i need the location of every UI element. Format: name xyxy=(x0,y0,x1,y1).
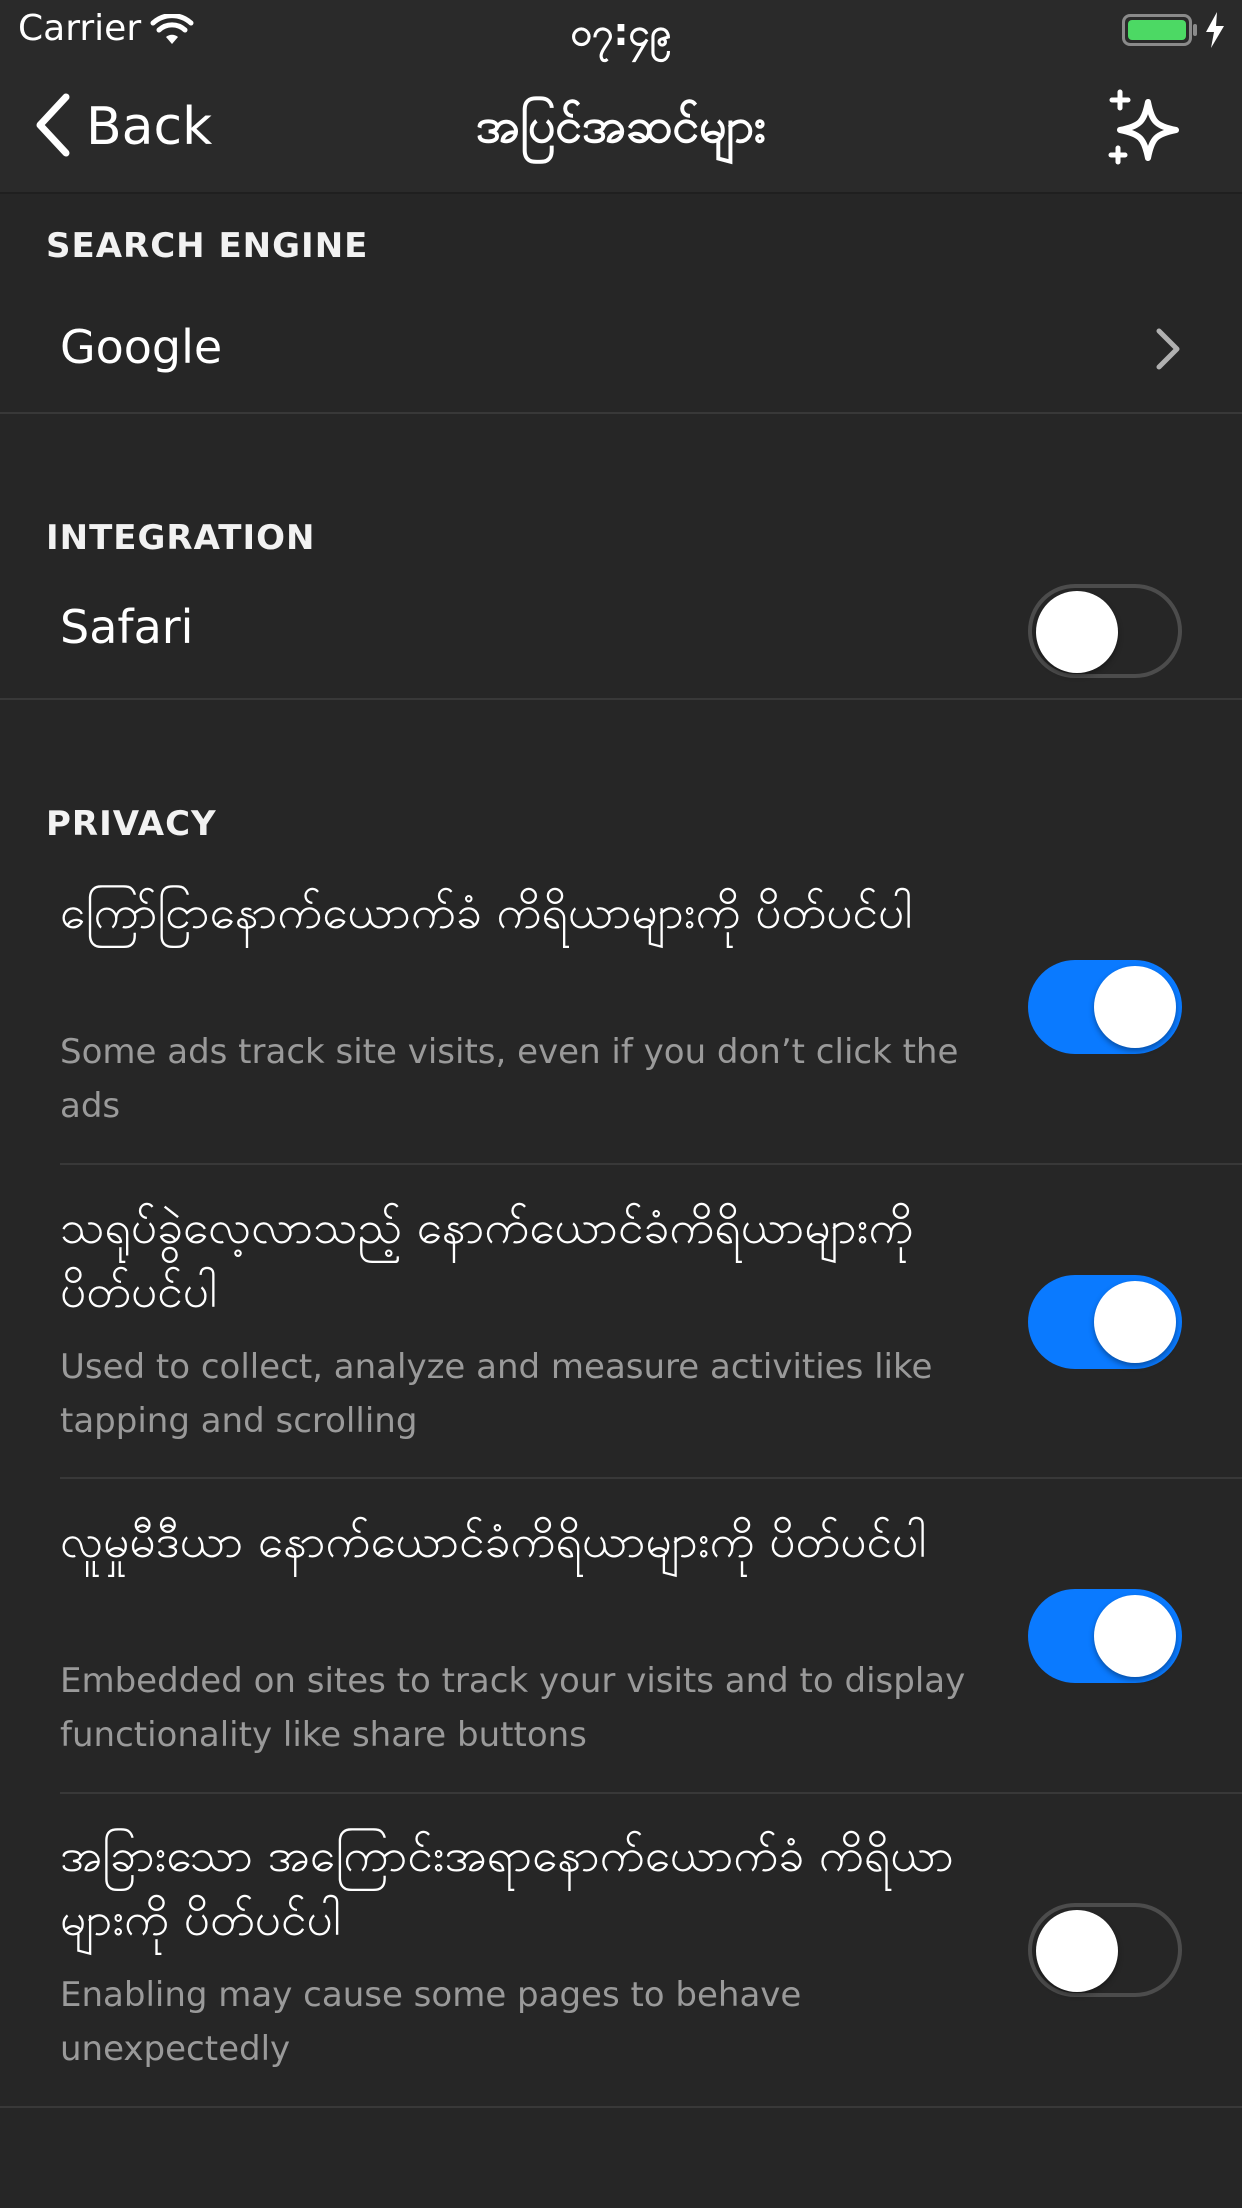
battery-icon xyxy=(1122,14,1192,46)
search-engine-header: SEARCH ENGINE xyxy=(46,226,369,266)
chevron-right-icon xyxy=(1155,327,1181,375)
divider xyxy=(0,698,1242,700)
toggle-knob xyxy=(1094,1595,1176,1677)
content-trackers-description: Enabling may cause some pages to behave … xyxy=(60,1975,802,2069)
ad-trackers-description: Some ads track site visits, even if you … xyxy=(60,1032,959,1126)
toggle-knob xyxy=(1094,966,1176,1048)
charging-bolt-icon xyxy=(1204,12,1226,52)
back-label: Back xyxy=(86,97,213,157)
social-trackers-title: လူမှုမီဒီယာ နောက်ယောင်ခံကိရိယာများကို ပိ… xyxy=(60,1514,927,1568)
divider xyxy=(0,412,1242,414)
divider xyxy=(0,2106,1242,2108)
page-title: အပြင်အဆင်များ xyxy=(475,98,767,154)
status-time: ၀၇:၄၉ xyxy=(570,10,672,54)
content-trackers-title: အခြားသော အကြောင်းအရာနောက်ယောက်ခံ ကိရိယာမ… xyxy=(60,1828,954,1946)
search-engine-value: Google xyxy=(60,320,223,374)
navigation-bar: Back အပြင်အဆင်များ xyxy=(0,64,1242,194)
social-trackers-description: Embedded on sites to track your visits a… xyxy=(60,1661,966,1755)
social-trackers-toggle[interactable] xyxy=(1028,1589,1182,1683)
toggle-knob xyxy=(1036,591,1118,673)
battery-cap xyxy=(1193,24,1197,36)
status-bar: Carrier ၀၇:၄၉ xyxy=(0,0,1242,64)
ad-trackers-title: ကြော်ငြာနောက်ယောက်ခံ ကိရိယာများကို ပိတ်ပ… xyxy=(60,885,913,939)
analytics-trackers-title: သရုပ်ခွဲလေ့လာသည့် နောက်ယောင်ခံကိရိယာများ… xyxy=(60,1200,914,1318)
toggle-knob xyxy=(1036,1910,1118,1992)
analytics-trackers-toggle[interactable] xyxy=(1028,1275,1182,1369)
back-button[interactable]: Back xyxy=(34,92,212,162)
sparkle-icon[interactable] xyxy=(1100,84,1190,174)
divider xyxy=(60,1792,1242,1794)
chevron-left-icon xyxy=(34,93,72,161)
divider xyxy=(60,1477,1242,1479)
privacy-header: PRIVACY xyxy=(46,804,217,844)
ad-trackers-toggle[interactable] xyxy=(1028,960,1182,1054)
search-engine-row[interactable]: Google xyxy=(0,292,1242,410)
divider xyxy=(60,1163,1242,1165)
toggle-knob xyxy=(1094,1281,1176,1363)
integration-header: INTEGRATION xyxy=(46,518,316,558)
content-trackers-toggle[interactable] xyxy=(1028,1903,1182,1997)
safari-label: Safari xyxy=(60,600,194,654)
analytics-trackers-description: Used to collect, analyze and measure act… xyxy=(60,1347,933,1441)
safari-toggle[interactable] xyxy=(1028,584,1182,678)
